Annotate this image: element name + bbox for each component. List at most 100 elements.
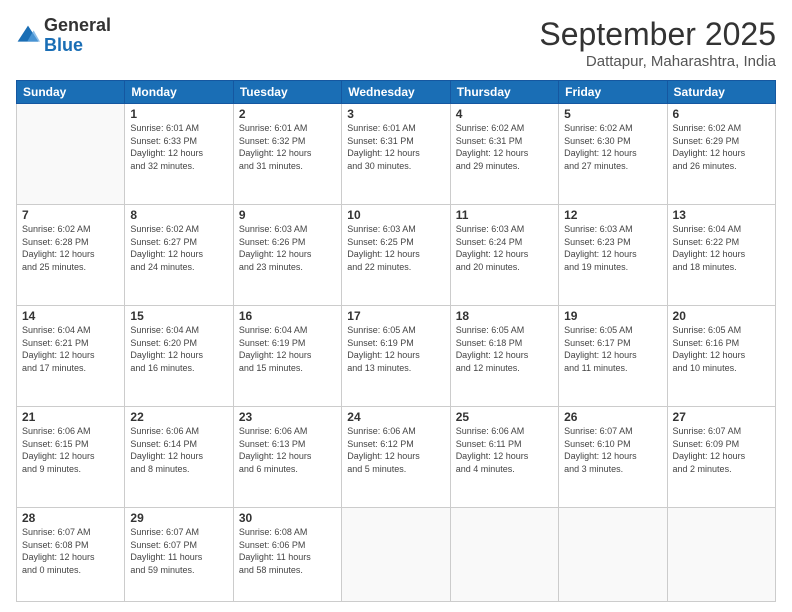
table-row: 16Sunrise: 6:04 AM Sunset: 6:19 PM Dayli… — [233, 306, 341, 407]
day-info: Sunrise: 6:05 AM Sunset: 6:18 PM Dayligh… — [456, 324, 553, 374]
calendar-week-row: 7Sunrise: 6:02 AM Sunset: 6:28 PM Daylig… — [17, 205, 776, 306]
day-info: Sunrise: 6:06 AM Sunset: 6:13 PM Dayligh… — [239, 425, 336, 475]
day-info: Sunrise: 6:02 AM Sunset: 6:31 PM Dayligh… — [456, 122, 553, 172]
table-row: 11Sunrise: 6:03 AM Sunset: 6:24 PM Dayli… — [450, 205, 558, 306]
header-sunday: Sunday — [17, 81, 125, 104]
table-row: 20Sunrise: 6:05 AM Sunset: 6:16 PM Dayli… — [667, 306, 775, 407]
day-info: Sunrise: 6:03 AM Sunset: 6:23 PM Dayligh… — [564, 223, 661, 273]
table-row: 5Sunrise: 6:02 AM Sunset: 6:30 PM Daylig… — [559, 104, 667, 205]
day-number: 16 — [239, 309, 336, 323]
day-number: 1 — [130, 107, 227, 121]
calendar-week-row: 14Sunrise: 6:04 AM Sunset: 6:21 PM Dayli… — [17, 306, 776, 407]
day-number: 18 — [456, 309, 553, 323]
day-info: Sunrise: 6:05 AM Sunset: 6:19 PM Dayligh… — [347, 324, 444, 374]
day-number: 23 — [239, 410, 336, 424]
header-wednesday: Wednesday — [342, 81, 450, 104]
day-info: Sunrise: 6:06 AM Sunset: 6:12 PM Dayligh… — [347, 425, 444, 475]
day-info: Sunrise: 6:02 AM Sunset: 6:30 PM Dayligh… — [564, 122, 661, 172]
table-row: 8Sunrise: 6:02 AM Sunset: 6:27 PM Daylig… — [125, 205, 233, 306]
day-number: 10 — [347, 208, 444, 222]
table-row — [17, 104, 125, 205]
day-info: Sunrise: 6:04 AM Sunset: 6:21 PM Dayligh… — [22, 324, 119, 374]
day-info: Sunrise: 6:05 AM Sunset: 6:16 PM Dayligh… — [673, 324, 770, 374]
table-row: 4Sunrise: 6:02 AM Sunset: 6:31 PM Daylig… — [450, 104, 558, 205]
table-row: 7Sunrise: 6:02 AM Sunset: 6:28 PM Daylig… — [17, 205, 125, 306]
day-number: 4 — [456, 107, 553, 121]
table-row: 15Sunrise: 6:04 AM Sunset: 6:20 PM Dayli… — [125, 306, 233, 407]
table-row: 22Sunrise: 6:06 AM Sunset: 6:14 PM Dayli… — [125, 407, 233, 508]
day-number: 27 — [673, 410, 770, 424]
header-tuesday: Tuesday — [233, 81, 341, 104]
table-row — [342, 508, 450, 602]
day-number: 24 — [347, 410, 444, 424]
header-friday: Friday — [559, 81, 667, 104]
day-info: Sunrise: 6:06 AM Sunset: 6:15 PM Dayligh… — [22, 425, 119, 475]
day-info: Sunrise: 6:02 AM Sunset: 6:29 PM Dayligh… — [673, 122, 770, 172]
day-info: Sunrise: 6:02 AM Sunset: 6:27 PM Dayligh… — [130, 223, 227, 273]
day-number: 19 — [564, 309, 661, 323]
day-info: Sunrise: 6:08 AM Sunset: 6:06 PM Dayligh… — [239, 526, 336, 576]
logo: General Blue — [16, 16, 111, 56]
table-row: 3Sunrise: 6:01 AM Sunset: 6:31 PM Daylig… — [342, 104, 450, 205]
table-row: 25Sunrise: 6:06 AM Sunset: 6:11 PM Dayli… — [450, 407, 558, 508]
calendar-week-row: 21Sunrise: 6:06 AM Sunset: 6:15 PM Dayli… — [17, 407, 776, 508]
day-number: 29 — [130, 511, 227, 525]
table-row: 17Sunrise: 6:05 AM Sunset: 6:19 PM Dayli… — [342, 306, 450, 407]
table-row: 12Sunrise: 6:03 AM Sunset: 6:23 PM Dayli… — [559, 205, 667, 306]
day-info: Sunrise: 6:04 AM Sunset: 6:19 PM Dayligh… — [239, 324, 336, 374]
day-number: 7 — [22, 208, 119, 222]
logo-blue-text: Blue — [44, 35, 83, 55]
day-info: Sunrise: 6:07 AM Sunset: 6:07 PM Dayligh… — [130, 526, 227, 576]
day-info: Sunrise: 6:03 AM Sunset: 6:24 PM Dayligh… — [456, 223, 553, 273]
table-row: 14Sunrise: 6:04 AM Sunset: 6:21 PM Dayli… — [17, 306, 125, 407]
calendar-table: Sunday Monday Tuesday Wednesday Thursday… — [16, 80, 776, 602]
day-info: Sunrise: 6:03 AM Sunset: 6:26 PM Dayligh… — [239, 223, 336, 273]
day-info: Sunrise: 6:01 AM Sunset: 6:31 PM Dayligh… — [347, 122, 444, 172]
day-number: 5 — [564, 107, 661, 121]
table-row: 2Sunrise: 6:01 AM Sunset: 6:32 PM Daylig… — [233, 104, 341, 205]
day-info: Sunrise: 6:03 AM Sunset: 6:25 PM Dayligh… — [347, 223, 444, 273]
page: General Blue September 2025 Dattapur, Ma… — [0, 0, 792, 612]
day-number: 13 — [673, 208, 770, 222]
table-row — [450, 508, 558, 602]
table-row: 18Sunrise: 6:05 AM Sunset: 6:18 PM Dayli… — [450, 306, 558, 407]
day-number: 28 — [22, 511, 119, 525]
calendar-week-row: 1Sunrise: 6:01 AM Sunset: 6:33 PM Daylig… — [17, 104, 776, 205]
header: General Blue September 2025 Dattapur, Ma… — [16, 16, 776, 70]
table-row: 29Sunrise: 6:07 AM Sunset: 6:07 PM Dayli… — [125, 508, 233, 602]
table-row: 24Sunrise: 6:06 AM Sunset: 6:12 PM Dayli… — [342, 407, 450, 508]
table-row — [667, 508, 775, 602]
month-title: September 2025 — [539, 16, 776, 53]
table-row: 30Sunrise: 6:08 AM Sunset: 6:06 PM Dayli… — [233, 508, 341, 602]
day-number: 20 — [673, 309, 770, 323]
header-saturday: Saturday — [667, 81, 775, 104]
location: Dattapur, Maharashtra, India — [539, 53, 776, 70]
day-number: 11 — [456, 208, 553, 222]
day-number: 30 — [239, 511, 336, 525]
table-row: 26Sunrise: 6:07 AM Sunset: 6:10 PM Dayli… — [559, 407, 667, 508]
day-number: 12 — [564, 208, 661, 222]
header-monday: Monday — [125, 81, 233, 104]
table-row — [559, 508, 667, 602]
day-info: Sunrise: 6:02 AM Sunset: 6:28 PM Dayligh… — [22, 223, 119, 273]
day-number: 26 — [564, 410, 661, 424]
table-row: 23Sunrise: 6:06 AM Sunset: 6:13 PM Dayli… — [233, 407, 341, 508]
table-row: 10Sunrise: 6:03 AM Sunset: 6:25 PM Dayli… — [342, 205, 450, 306]
day-number: 3 — [347, 107, 444, 121]
day-info: Sunrise: 6:06 AM Sunset: 6:11 PM Dayligh… — [456, 425, 553, 475]
header-thursday: Thursday — [450, 81, 558, 104]
day-info: Sunrise: 6:01 AM Sunset: 6:33 PM Dayligh… — [130, 122, 227, 172]
day-number: 17 — [347, 309, 444, 323]
day-number: 14 — [22, 309, 119, 323]
day-info: Sunrise: 6:07 AM Sunset: 6:08 PM Dayligh… — [22, 526, 119, 576]
day-number: 15 — [130, 309, 227, 323]
title-block: September 2025 Dattapur, Maharashtra, In… — [539, 16, 776, 70]
calendar-week-row: 28Sunrise: 6:07 AM Sunset: 6:08 PM Dayli… — [17, 508, 776, 602]
day-number: 22 — [130, 410, 227, 424]
logo-icon — [16, 24, 40, 48]
day-info: Sunrise: 6:07 AM Sunset: 6:10 PM Dayligh… — [564, 425, 661, 475]
day-number: 9 — [239, 208, 336, 222]
table-row: 28Sunrise: 6:07 AM Sunset: 6:08 PM Dayli… — [17, 508, 125, 602]
day-number: 6 — [673, 107, 770, 121]
table-row: 21Sunrise: 6:06 AM Sunset: 6:15 PM Dayli… — [17, 407, 125, 508]
